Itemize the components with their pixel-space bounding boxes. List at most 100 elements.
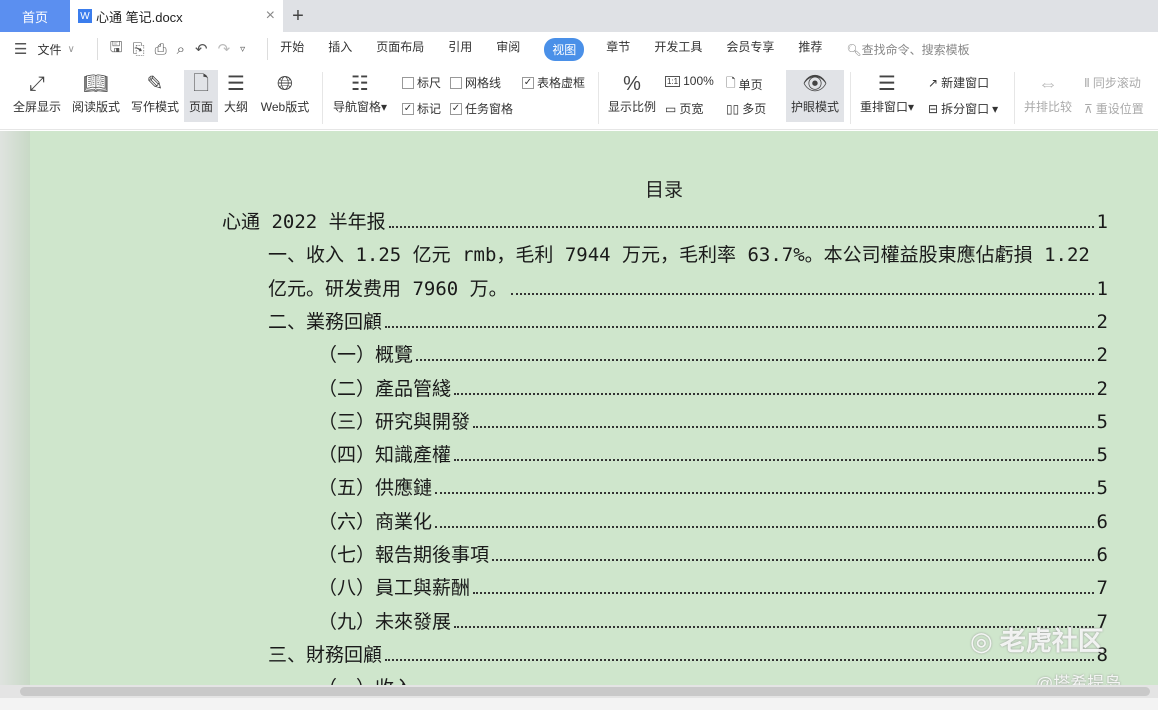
split-window-button[interactable]: ⊟ 拆分窗口 ▾	[928, 100, 998, 117]
label: 100%	[683, 74, 714, 88]
menu-tab[interactable]: 章节	[606, 38, 630, 61]
toc-page-number: 2	[1096, 377, 1108, 400]
search-placeholder: 查找命令、搜索模板	[861, 42, 970, 57]
word-doc-icon: W	[78, 9, 92, 23]
side-by-side-button[interactable]: ⇔ 并排比较	[1020, 66, 1076, 115]
menu-tab[interactable]: 推荐	[798, 38, 822, 61]
file-menu[interactable]: 文件	[37, 41, 61, 58]
toc-entry[interactable]: （七）報告期後事項 6	[318, 540, 1108, 573]
undo-icon[interactable]: ↶	[195, 40, 208, 58]
tab-home[interactable]: 首页	[0, 0, 70, 32]
label: 阅读版式	[71, 100, 120, 114]
checkbox[interactable]: ✓	[450, 102, 462, 115]
eye-protection-button[interactable]: 👁︎ 护眼模式	[786, 70, 844, 122]
leader-dots	[385, 314, 1094, 328]
page-icon: 🗋	[192, 73, 210, 95]
label: 页宽	[679, 102, 704, 116]
label: 拆分窗口	[941, 102, 990, 116]
label: 任务窗格	[465, 102, 514, 116]
read-mode-button[interactable]: 📖︎ 阅读版式	[70, 66, 122, 115]
hamburger-icon[interactable]: ☰	[14, 40, 27, 58]
outline-button[interactable]: ☰ 大纲	[220, 66, 252, 115]
print-icon[interactable]: ⎙	[155, 41, 167, 58]
toc-entry[interactable]: （六）商業化 6	[318, 507, 1108, 540]
page-width-button[interactable]: ▭ 页宽	[665, 100, 703, 117]
reset-position-button[interactable]: ⊼ 重设位置	[1084, 100, 1144, 117]
checkbox[interactable]: ✓	[522, 76, 534, 89]
toc-entry-text: （八）員工與薪酬	[318, 577, 471, 600]
sync-scroll-button[interactable]: Ⅱ 同步滚动	[1084, 74, 1141, 91]
toc-entry[interactable]: 亿元。研发费用 7960 万。 1	[268, 274, 1108, 307]
print-preview-icon[interactable]: ⌕	[177, 41, 185, 58]
label: 护眼模式	[790, 100, 839, 114]
search-command[interactable]: 🔍︎查找命令、搜索模板	[846, 41, 969, 58]
single-page-button[interactable]: 🗋 单页	[726, 74, 763, 95]
leader-dots	[492, 547, 1094, 561]
book-icon: 📖︎	[83, 73, 109, 95]
multi-page-button[interactable]: ▯▯ 多页	[726, 100, 766, 117]
toc-entry[interactable]: （三）研究與開發 5	[318, 407, 1108, 440]
ruler-checkbox[interactable]: 标尺	[402, 74, 441, 91]
nav-pane-button[interactable]: ☷ 导航窗格▾	[330, 66, 390, 115]
arrange-icon: ☰	[878, 73, 896, 95]
document-area[interactable]: 目录 心通 2022 半年报 1 一、收入 1.25 亿元 rmb，毛利 7944 …	[0, 131, 1158, 699]
toc-page-number: 5	[1096, 444, 1108, 467]
toc-entry-text: 亿元。研发费用 7960 万。	[268, 277, 508, 300]
menu-tab[interactable]: 审阅	[496, 38, 520, 61]
menu-tab[interactable]: 插入	[328, 38, 352, 61]
export-pdf-icon[interactable]: ⎘	[133, 41, 145, 58]
menu-tab[interactable]: 视图	[544, 37, 585, 61]
toc-entry[interactable]: （八）員工與薪酬 7	[318, 573, 1108, 606]
new-window-button[interactable]: ↗ 新建窗口	[928, 74, 989, 91]
menu-tab[interactable]: 开发工具	[654, 38, 702, 61]
leader-dots	[473, 580, 1094, 595]
checkbox[interactable]	[402, 76, 414, 89]
web-globe-icon: 🌐︎	[277, 73, 293, 95]
toc-entry[interactable]: 二、業務回顧 2	[268, 307, 1108, 340]
mark-checkbox[interactable]: ✓ 标记	[402, 100, 441, 117]
horizontal-scrollbar[interactable]	[0, 685, 1158, 698]
toc-entry[interactable]: （四）知識產權 5	[318, 440, 1108, 473]
arrange-windows-button[interactable]: ☰ 重排窗口▾	[856, 66, 918, 115]
fullscreen-button[interactable]: ⤢ 全屏显示	[10, 66, 64, 115]
task-pane-checkbox[interactable]: ✓ 任务窗格	[450, 100, 513, 117]
grid-checkbox[interactable]: 网格线	[450, 74, 501, 91]
chevron-down-icon[interactable]: ∨	[67, 44, 74, 55]
label: 同步滚动	[1092, 76, 1141, 90]
save-icon[interactable]: 🖫	[110, 37, 123, 62]
redo-icon[interactable]: ↷	[218, 40, 231, 58]
toc-entry[interactable]: 心通 2022 半年报 1	[222, 207, 1108, 240]
close-tab-icon[interactable]: ×	[266, 7, 275, 25]
menu-tab[interactable]: 开始	[280, 38, 304, 61]
menu-tab[interactable]: 会员专享	[726, 38, 774, 61]
new-tab-button[interactable]: +	[283, 0, 313, 32]
toc-entry[interactable]: （五）供應鏈 5	[318, 473, 1108, 506]
scrollbar-thumb[interactable]	[20, 687, 1150, 696]
toc-entry-text: 一、收入 1.25 亿元 rmb，毛利 7944 万元，毛利率 63.7%。本公…	[268, 244, 1090, 267]
zoom-ratio-button[interactable]: % 显示比例	[604, 66, 660, 115]
zoom-100-button[interactable]: 1:1 100%	[665, 74, 714, 88]
write-mode-button[interactable]: ✎ 写作模式	[128, 66, 182, 115]
label: 大纲	[223, 100, 248, 114]
menu-tab[interactable]: 页面布局	[376, 38, 424, 61]
page-width-icon: ▭	[665, 101, 677, 116]
toc-entry-text: （三）研究與開發	[318, 410, 471, 433]
reset-position-icon: ⊼	[1084, 101, 1093, 116]
toc-page-number: 6	[1096, 510, 1108, 533]
checkbox[interactable]	[450, 76, 462, 89]
menu-tab[interactable]: 引用	[448, 38, 472, 61]
toc-entry[interactable]: 一、收入 1.25 亿元 rmb，毛利 7944 万元，毛利率 63.7%。本公…	[268, 240, 1108, 273]
toc-entry[interactable]: （一）概覽 2	[318, 340, 1108, 373]
toc-entry-text: （二）產品管綫	[318, 377, 452, 400]
more-icon[interactable]: ▿	[240, 44, 245, 55]
toc-entry-text: （四）知識產權	[318, 444, 452, 467]
tab-document[interactable]: W 心通 笔记.docx ×	[70, 0, 283, 32]
checkbox[interactable]: ✓	[402, 102, 414, 115]
toc-entry[interactable]: （二）產品管綫 2	[318, 374, 1108, 407]
page-margin	[0, 131, 30, 685]
page-view-button[interactable]: 🗋 页面	[184, 70, 218, 122]
label: 并排比较	[1023, 100, 1072, 114]
label: 页面	[188, 100, 213, 114]
table-frame-checkbox[interactable]: ✓ 表格虚框	[522, 74, 585, 91]
web-layout-button[interactable]: 🌐︎ Web版式	[256, 66, 314, 115]
